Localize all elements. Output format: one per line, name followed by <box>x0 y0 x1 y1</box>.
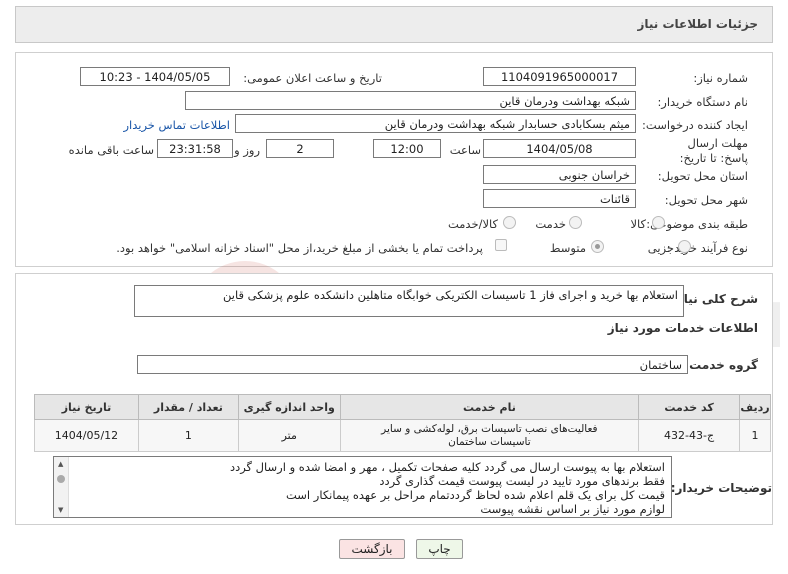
category-option-goods: کالا <box>630 217 646 231</box>
treasury-payment-checkbox[interactable] <box>495 239 507 251</box>
city-label: شهر محل تحویل: <box>664 193 748 207</box>
need-number-field: 1104091965000017 <box>483 67 636 86</box>
days-label: روز و <box>234 143 260 157</box>
service-group-field: ساختمان <box>137 355 688 374</box>
buyer-notes-textarea[interactable]: ▲ ▼ استعلام بها به پیوست ارسال می گردد ک… <box>53 456 672 518</box>
process-radio-minor[interactable] <box>678 240 691 253</box>
col-date: تاریخ نیاز <box>34 394 139 420</box>
cell-code: ج-43-432 <box>638 419 741 452</box>
summary-field: استعلام بها خرید و اجرای فاز 1 تاسیسات ا… <box>134 285 684 317</box>
scroll-thumb[interactable] <box>57 475 65 483</box>
buyer-org-label: نام دستگاه خریدار: <box>657 95 748 109</box>
days-field: 2 <box>266 139 334 158</box>
announce-label: تاریخ و ساعت اعلان عمومی: <box>243 71 382 85</box>
page-title: جزئیات اطلاعات نیاز <box>637 17 758 31</box>
note-line: فقط برندهای مورد تایید در لیست پیوست قیم… <box>379 474 665 488</box>
creator-field: میثم بسکابادی حسابدار شبکه بهداشت ودرمان… <box>235 114 636 133</box>
category-radio-goods-service[interactable] <box>503 216 516 229</box>
cell-qty: 1 <box>137 419 239 452</box>
category-option-goods-service: کالا/خدمت <box>447 217 498 231</box>
remaining-label: ساعت باقی مانده <box>68 143 154 157</box>
buyer-notes-label: توضیحات خریدار: <box>670 481 772 495</box>
cell-name: فعالیت‌های نصب تاسیسات برق، لوله‌کشی و س… <box>339 419 640 452</box>
page-header: جزئیات اطلاعات نیاز <box>15 6 773 43</box>
announce-field: 1404/05/05 - 10:23 <box>80 67 230 86</box>
remaining-time-field: 23:31:58 <box>157 139 233 158</box>
contact-buyer-link[interactable]: اطلاعات تماس خریدار <box>123 118 230 132</box>
print-button[interactable]: چاپ <box>416 539 463 559</box>
services-section-title: اطلاعات خدمات مورد نیاز <box>607 321 758 335</box>
category-radio-goods[interactable] <box>652 216 665 229</box>
col-qty: تعداد / مقدار <box>137 394 239 420</box>
col-name: نام خدمت <box>339 394 640 420</box>
scroll-up-icon[interactable]: ▲ <box>58 460 63 468</box>
deadline-date-field: 1404/05/08 <box>483 139 636 158</box>
buyer-org-field: شبکه بهداشت ودرمان قاین <box>185 91 636 110</box>
cell-unit: متر <box>237 419 341 452</box>
process-radio-medium[interactable] <box>591 240 604 253</box>
summary-label: شرح کلی نیاز: <box>672 292 758 306</box>
services-table-header: ردیف کد خدمت نام خدمت واحد اندازه گیری ت… <box>34 394 771 420</box>
note-line: استعلام بها به پیوست ارسال می گردد کلیه … <box>229 460 665 474</box>
payment-note: پرداخت تمام یا بخشی از مبلغ خرید،از محل … <box>116 241 483 255</box>
deadline-time-label: ساعت <box>449 143 481 157</box>
deadline-time-field: 12:00 <box>373 139 441 158</box>
back-button[interactable]: بازگشت <box>339 539 405 559</box>
process-option-minor: جزیی <box>647 241 674 255</box>
note-line: قیمت کل برای یک قلم اعلام شده لحاظ گرددت… <box>286 488 665 502</box>
cell-date: 1404/05/12 <box>34 419 139 452</box>
deadline-label: مهلت ارسال پاسخ: تا تاریخ: <box>679 136 748 165</box>
province-label: استان محل تحویل: <box>657 169 748 183</box>
col-code: کد خدمت <box>638 394 741 420</box>
category-radio-service[interactable] <box>569 216 582 229</box>
cell-row: 1 <box>739 419 771 452</box>
service-group-label: گروه خدمت: <box>684 358 758 372</box>
notes-scrollbar[interactable]: ▲ ▼ <box>54 457 69 517</box>
services-table: ردیف کد خدمت نام خدمت واحد اندازه گیری ت… <box>34 394 771 452</box>
note-line: لوازم مورد نیاز بر اساس نقشه پیوست <box>480 502 665 516</box>
table-row: 1 ج-43-432 فعالیت‌های نصب تاسیسات برق، ل… <box>34 419 771 452</box>
scroll-down-icon[interactable]: ▼ <box>58 506 63 514</box>
col-row: ردیف <box>739 394 771 420</box>
category-option-service: خدمت <box>535 217 566 231</box>
creator-label: ایجاد کننده درخواست: <box>642 118 748 132</box>
process-option-medium: متوسط <box>549 241 586 255</box>
city-field: قائنات <box>483 189 636 208</box>
need-number-label: شماره نیاز: <box>693 71 748 85</box>
col-unit: واحد اندازه گیری <box>237 394 341 420</box>
province-field: خراسان جنوبی <box>483 165 636 184</box>
